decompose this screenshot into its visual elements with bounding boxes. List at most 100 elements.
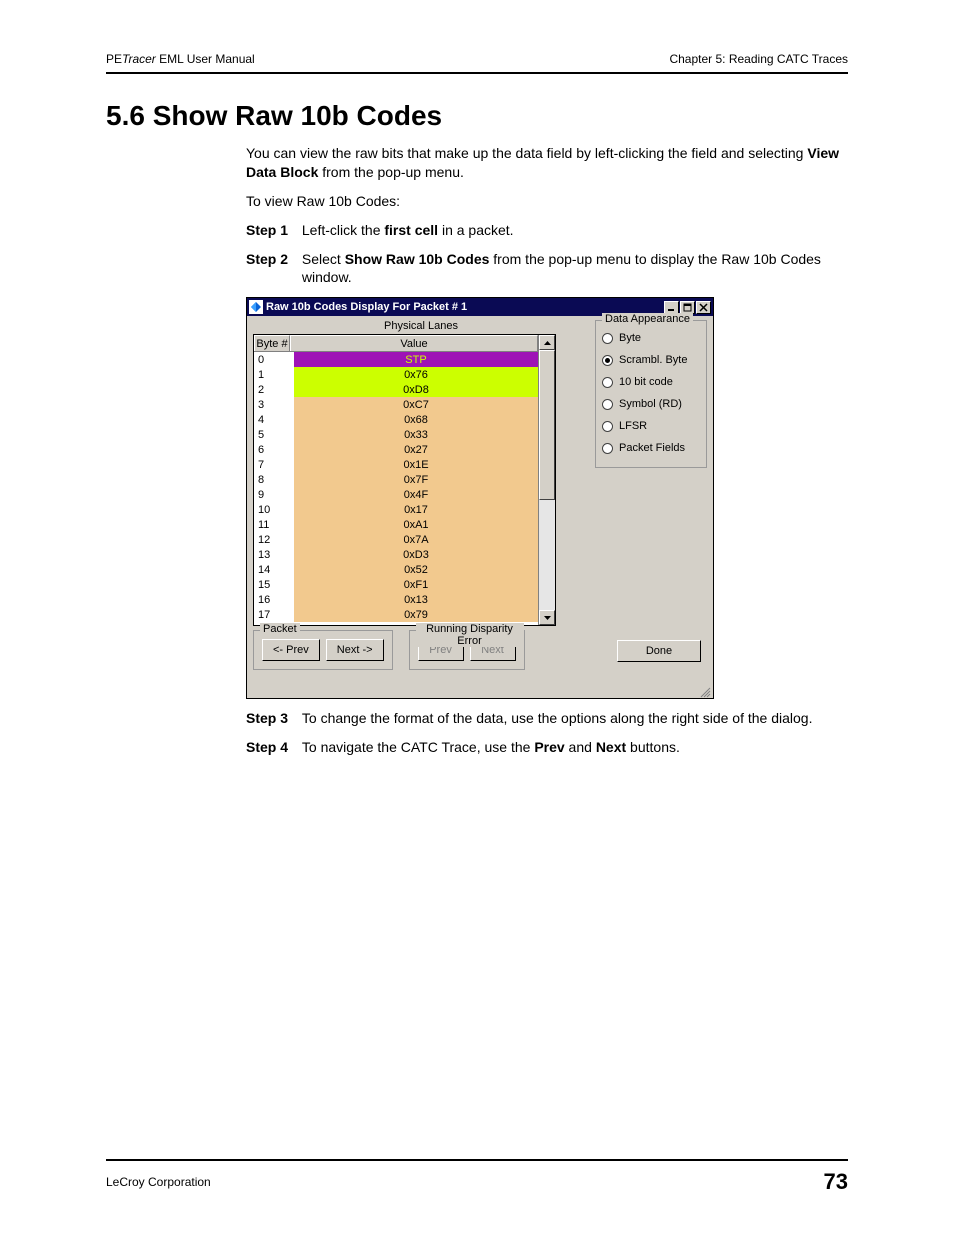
- maximize-button[interactable]: [680, 301, 695, 314]
- close-button[interactable]: [696, 301, 711, 314]
- data-appearance-legend: Data Appearance: [602, 313, 693, 325]
- value-cell: 0x33: [294, 427, 538, 442]
- intro-p1-text: You can view the raw bits that make up t…: [246, 145, 807, 161]
- step-4-label: Step 4: [246, 738, 298, 757]
- step-4: Step 4 To navigate the CATC Trace, use t…: [246, 738, 848, 757]
- step-4-t2: and: [565, 739, 596, 755]
- table-row[interactable]: 0STP: [254, 352, 538, 367]
- appearance-option[interactable]: Scrambl. Byte: [602, 349, 700, 371]
- value-cell: 0x76: [294, 367, 538, 382]
- scroll-down-button[interactable]: [539, 610, 555, 625]
- header-left-suffix: EML User Manual: [156, 52, 255, 66]
- rde-legend: Running Disparity Error: [416, 623, 524, 647]
- table-row[interactable]: 150xF1: [254, 577, 538, 592]
- header-right: Chapter 5: Reading CATC Traces: [669, 52, 848, 66]
- packet-nav-group: Packet <- Prev Next ->: [253, 630, 393, 670]
- step-1-t2: in a packet.: [438, 222, 514, 238]
- step-2-b1: Show Raw 10b Codes: [345, 251, 490, 267]
- byte-cell: 8: [254, 472, 294, 487]
- page-header: PETracer EML User Manual Chapter 5: Read…: [106, 52, 848, 66]
- value-cell: 0x68: [294, 412, 538, 427]
- step-1-label: Step 1: [246, 221, 298, 240]
- header-rule: [106, 72, 848, 74]
- value-cell: 0x7A: [294, 532, 538, 547]
- step-2: Step 2 Select Show Raw 10b Codes from th…: [246, 250, 848, 288]
- data-appearance-group: Data Appearance ByteScrambl. Byte10 bit …: [595, 320, 707, 468]
- table-row[interactable]: 110xA1: [254, 517, 538, 532]
- byte-cell: 1: [254, 367, 294, 382]
- step-2-body: Select Show Raw 10b Codes from the pop-u…: [302, 250, 848, 288]
- table-row[interactable]: 100x17: [254, 502, 538, 517]
- col-byte-header[interactable]: Byte #: [254, 335, 290, 351]
- radio-icon[interactable]: [602, 355, 613, 366]
- byte-cell: 16: [254, 592, 294, 607]
- appearance-option-label: Byte: [619, 332, 641, 344]
- step-4-t1: To navigate the CATC Trace, use the: [302, 739, 534, 755]
- value-cell: 0xA1: [294, 517, 538, 532]
- appearance-option[interactable]: Symbol (RD): [602, 393, 700, 415]
- step-1-body: Left-click the first cell in a packet.: [302, 221, 848, 240]
- table-row[interactable]: 70x1E: [254, 457, 538, 472]
- byte-cell: 11: [254, 517, 294, 532]
- value-cell: 0x4F: [294, 487, 538, 502]
- header-left-prefix: PE: [106, 52, 122, 66]
- table-row[interactable]: 10x76: [254, 367, 538, 382]
- packet-prev-button[interactable]: <- Prev: [262, 639, 320, 661]
- packet-next-button[interactable]: Next ->: [326, 639, 384, 661]
- table-row[interactable]: 90x4F: [254, 487, 538, 502]
- radio-icon[interactable]: [602, 421, 613, 432]
- table-row[interactable]: 140x52: [254, 562, 538, 577]
- appearance-option[interactable]: Packet Fields: [602, 437, 700, 459]
- value-cell: 0xD8: [294, 382, 538, 397]
- raw-codes-dialog: Raw 10b Codes Display For Packet # 1 Phy…: [246, 297, 848, 699]
- header-left: PETracer EML User Manual: [106, 52, 255, 66]
- table-row[interactable]: 80x7F: [254, 472, 538, 487]
- appearance-option[interactable]: 10 bit code: [602, 371, 700, 393]
- radio-icon[interactable]: [602, 333, 613, 344]
- radio-icon[interactable]: [602, 443, 613, 454]
- byte-cell: 2: [254, 382, 294, 397]
- col-value-header[interactable]: Value: [290, 335, 538, 351]
- table-row[interactable]: 130xD3: [254, 547, 538, 562]
- list-header[interactable]: Byte # Value: [254, 335, 538, 352]
- scroll-thumb[interactable]: [539, 350, 555, 500]
- intro-p1: You can view the raw bits that make up t…: [246, 144, 848, 182]
- step-1-t1: Left-click the: [302, 222, 384, 238]
- table-row[interactable]: 160x13: [254, 592, 538, 607]
- table-row[interactable]: 60x27: [254, 442, 538, 457]
- table-row[interactable]: 120x7A: [254, 532, 538, 547]
- table-row[interactable]: 50x33: [254, 427, 538, 442]
- step-3: Step 3 To change the format of the data,…: [246, 709, 848, 728]
- physical-lanes-label: Physical Lanes: [253, 320, 589, 332]
- vertical-scrollbar[interactable]: [538, 335, 556, 625]
- radio-icon[interactable]: [602, 377, 613, 388]
- codes-list[interactable]: Byte # Value 0STP10x7620xD830xC740x6850x…: [253, 334, 556, 626]
- appearance-option-label: Symbol (RD): [619, 398, 682, 410]
- byte-cell: 12: [254, 532, 294, 547]
- packet-legend: Packet: [260, 623, 300, 635]
- byte-cell: 6: [254, 442, 294, 457]
- scroll-up-button[interactable]: [539, 335, 555, 350]
- appearance-option-label: Packet Fields: [619, 442, 685, 454]
- done-button[interactable]: Done: [617, 640, 701, 662]
- byte-cell: 7: [254, 457, 294, 472]
- step-2-label: Step 2: [246, 250, 298, 269]
- byte-cell: 3: [254, 397, 294, 412]
- table-row[interactable]: 40x68: [254, 412, 538, 427]
- resize-grip-icon[interactable]: [247, 686, 713, 698]
- step-4-t3: buttons.: [626, 739, 680, 755]
- table-row[interactable]: 170x79: [254, 607, 538, 622]
- table-row[interactable]: 30xC7: [254, 397, 538, 412]
- appearance-option[interactable]: LFSR: [602, 415, 700, 437]
- byte-cell: 9: [254, 487, 294, 502]
- app-icon: [249, 300, 263, 314]
- table-row[interactable]: 20xD8: [254, 382, 538, 397]
- appearance-option[interactable]: Byte: [602, 327, 700, 349]
- minimize-button[interactable]: [664, 301, 679, 314]
- dialog-title: Raw 10b Codes Display For Packet # 1: [266, 301, 664, 313]
- radio-icon[interactable]: [602, 399, 613, 410]
- byte-cell: 13: [254, 547, 294, 562]
- byte-cell: 5: [254, 427, 294, 442]
- value-cell: 0x13: [294, 592, 538, 607]
- section-heading: 5.6 Show Raw 10b Codes: [106, 100, 848, 132]
